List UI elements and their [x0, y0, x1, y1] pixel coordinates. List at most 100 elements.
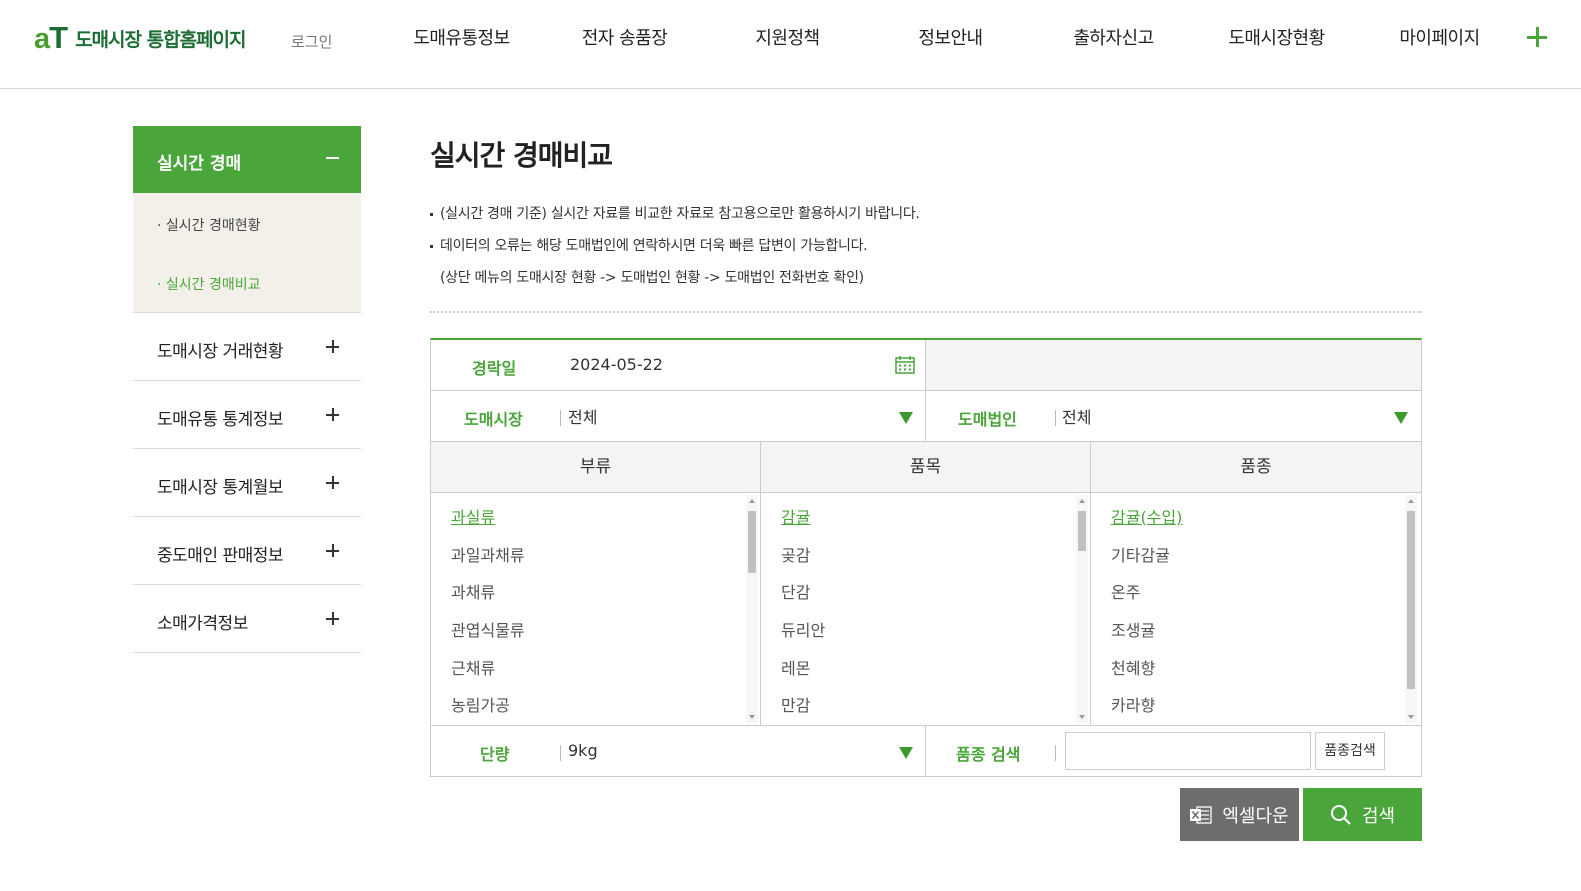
list-item[interactable]: 곶감: [781, 537, 825, 575]
market-value: 전체: [568, 408, 598, 427]
notice-text: 데이터의 오류는 해당 도매법인에 연락하시면 더욱 빠른 답변이 가능합니다.: [430, 230, 1422, 262]
dropdown-arrow-icon: [1394, 412, 1408, 424]
list-item[interactable]: 관엽식물류: [451, 612, 525, 650]
search-form: 경락일 2024-05-22 도매시장 전체 도매법인 전체 부류 품목 품종 …: [430, 338, 1422, 777]
list-item[interactable]: 과실류: [451, 499, 525, 537]
list-item[interactable]: 만감: [781, 687, 825, 725]
variety-list: 감귤(수입) 기타감귤 온주 조생귤 천혜향 카라향: [1091, 493, 1421, 725]
main-navigation: 도매유통정보 전자 송품장 지원정책 정보안내 출하자신고 도매시장현황 마이페…: [380, 0, 1521, 89]
divider: [430, 311, 1422, 313]
list-item[interactable]: 단감: [781, 574, 825, 612]
notice-text: (실시간 경매 기준) 실시간 자료를 비교한 자료로 참고용으로만 활용하시기…: [430, 198, 1422, 230]
scroll-up-icon[interactable]: [1079, 499, 1085, 503]
scrollbar[interactable]: [1405, 495, 1417, 723]
sidebar-item-wholesale-stats[interactable]: 도매유통 통계정보: [133, 381, 361, 449]
item-list: 감귤 곶감 단감 듀리안 레몬 만감: [761, 493, 1091, 725]
calendar-icon[interactable]: [895, 355, 915, 374]
unit-value: 9kg: [568, 741, 598, 760]
page-title: 실시간 경매비교: [430, 139, 613, 172]
sidebar-item-market-monthly[interactable]: 도매시장 통계월보: [133, 449, 361, 517]
unit-label: 단량: [480, 745, 510, 764]
scroll-down-icon[interactable]: [749, 715, 755, 719]
search-button-label: 검색: [1361, 805, 1396, 827]
corp-value: 전체: [1062, 408, 1092, 427]
sidebar-item-realtime-auction[interactable]: 실시간 경매: [133, 126, 361, 193]
list-item[interactable]: 근채류: [451, 650, 525, 688]
scroll-down-icon[interactable]: [1079, 715, 1085, 719]
plus-icon: [326, 340, 339, 353]
variety-search-button[interactable]: 품종검색: [1315, 732, 1385, 770]
col-header-category: 부류: [431, 442, 761, 492]
at-logo-mark: aT: [34, 20, 68, 55]
col-header-item: 품목: [761, 442, 1091, 492]
sidebar-item-retail-price[interactable]: 소매가격정보: [133, 585, 361, 653]
sidebar-item-broker-sales[interactable]: 중도매인 판매정보: [133, 517, 361, 585]
dropdown-arrow-icon: [899, 412, 913, 424]
list-item[interactable]: 과채류: [451, 574, 525, 612]
date-label: 경락일: [472, 359, 517, 378]
plus-icon: [326, 408, 339, 421]
all-menu-plus-icon[interactable]: [1522, 22, 1552, 52]
corp-label: 도매법인: [958, 410, 1017, 429]
scroll-down-icon[interactable]: [1408, 715, 1414, 719]
sidebar-item-market-trade[interactable]: 도매시장 거래현황: [133, 313, 361, 381]
nav-item-e-invoice[interactable]: 전자 송품장: [543, 0, 706, 89]
excel-icon: [1190, 805, 1213, 824]
nav-item-wholesale-info[interactable]: 도매유통정보: [380, 0, 543, 89]
corp-select[interactable]: 도매법인 전체: [926, 391, 1421, 441]
list-item[interactable]: 온주: [1111, 574, 1182, 612]
unit-select[interactable]: 단량 9kg: [431, 726, 926, 776]
list-item[interactable]: 천혜향: [1111, 650, 1182, 688]
sidebar-submenu: · 실시간 경매현황 · 실시간 경매비교: [133, 193, 361, 313]
nav-item-shipper-report[interactable]: 출하자신고: [1032, 0, 1195, 89]
submenu-item-realtime-status[interactable]: · 실시간 경매현황: [157, 215, 261, 235]
market-select[interactable]: 도매시장 전체: [431, 391, 926, 441]
site-logo[interactable]: aT 도매시장 통합홈페이지: [34, 20, 247, 55]
scrollbar[interactable]: [1076, 495, 1088, 723]
plus-icon: [326, 612, 339, 625]
login-link[interactable]: 로그인: [291, 31, 332, 52]
date-field[interactable]: 2024-05-22: [570, 355, 663, 374]
list-item[interactable]: 조생귤: [1111, 612, 1182, 650]
unit-row: 단량 9kg 품종 검색 품종검색: [431, 726, 1421, 776]
sidebar: 실시간 경매 · 실시간 경매현황 · 실시간 경매비교 도매시장 거래현황 도…: [133, 126, 361, 653]
market-row: 도매시장 전체 도매법인 전체: [431, 391, 1421, 442]
list-item[interactable]: 카라향: [1111, 687, 1182, 725]
nav-item-mypage[interactable]: 마이페이지: [1358, 0, 1521, 89]
list-item[interactable]: 듀리안: [781, 612, 825, 650]
list-item[interactable]: 레몬: [781, 650, 825, 688]
notice-box: (실시간 경매 기준) 실시간 자료를 비교한 자료로 참고용으로만 활용하시기…: [430, 198, 1422, 294]
scroll-up-icon[interactable]: [749, 499, 755, 503]
scrollbar[interactable]: [746, 495, 758, 723]
market-label: 도매시장: [464, 410, 523, 429]
nav-item-support-policy[interactable]: 지원정책: [706, 0, 869, 89]
date-row: 경락일 2024-05-22: [431, 340, 1421, 391]
scroll-up-icon[interactable]: [1408, 499, 1414, 503]
submenu-item-realtime-compare[interactable]: · 실시간 경매비교: [157, 274, 261, 294]
plus-icon: [326, 544, 339, 557]
minus-icon: [326, 157, 339, 159]
variety-search-label: 품종 검색: [956, 745, 1021, 764]
variety-search-input[interactable]: [1065, 732, 1311, 770]
dropdown-arrow-icon: [899, 747, 913, 759]
search-icon: [1330, 804, 1351, 825]
main-content: 실시간 경매비교 (실시간 경매 기준) 실시간 자료를 비교한 자료로 참고용…: [430, 126, 1422, 841]
list-item[interactable]: 감귤(수입): [1111, 499, 1182, 537]
excel-download-button[interactable]: 엑셀다운: [1180, 788, 1299, 841]
site-title: 도매시장 통합홈페이지: [75, 29, 246, 51]
list-item[interactable]: 과일과채류: [451, 537, 525, 575]
category-list: 과실류 과일과채류 과채류 관엽식물류 근채류 농림가공: [431, 493, 761, 725]
selection-lists: 과실류 과일과채류 과채류 관엽식물류 근채류 농림가공 감귤 곶감 단감 듀리…: [431, 493, 1421, 726]
header: aT 도매시장 통합홈페이지 로그인 도매유통정보 전자 송품장 지원정책 정보…: [0, 0, 1581, 89]
list-item[interactable]: 기타감귤: [1111, 537, 1182, 575]
col-header-variety: 품종: [1240, 457, 1272, 477]
plus-icon: [326, 476, 339, 489]
list-item[interactable]: 농림가공: [451, 687, 525, 725]
nav-item-market-status[interactable]: 도매시장현황: [1195, 0, 1358, 89]
search-button[interactable]: 검색: [1303, 788, 1422, 841]
list-header: 부류 품목 품종: [431, 442, 1421, 493]
notice-text: (상단 메뉴의 도매시장 현황 -> 도매법인 현황 -> 도매법인 전화번호 …: [440, 270, 864, 286]
list-item[interactable]: 감귤: [781, 499, 825, 537]
excel-download-label: 엑셀다운: [1222, 805, 1289, 827]
nav-item-information[interactable]: 정보안내: [869, 0, 1032, 89]
